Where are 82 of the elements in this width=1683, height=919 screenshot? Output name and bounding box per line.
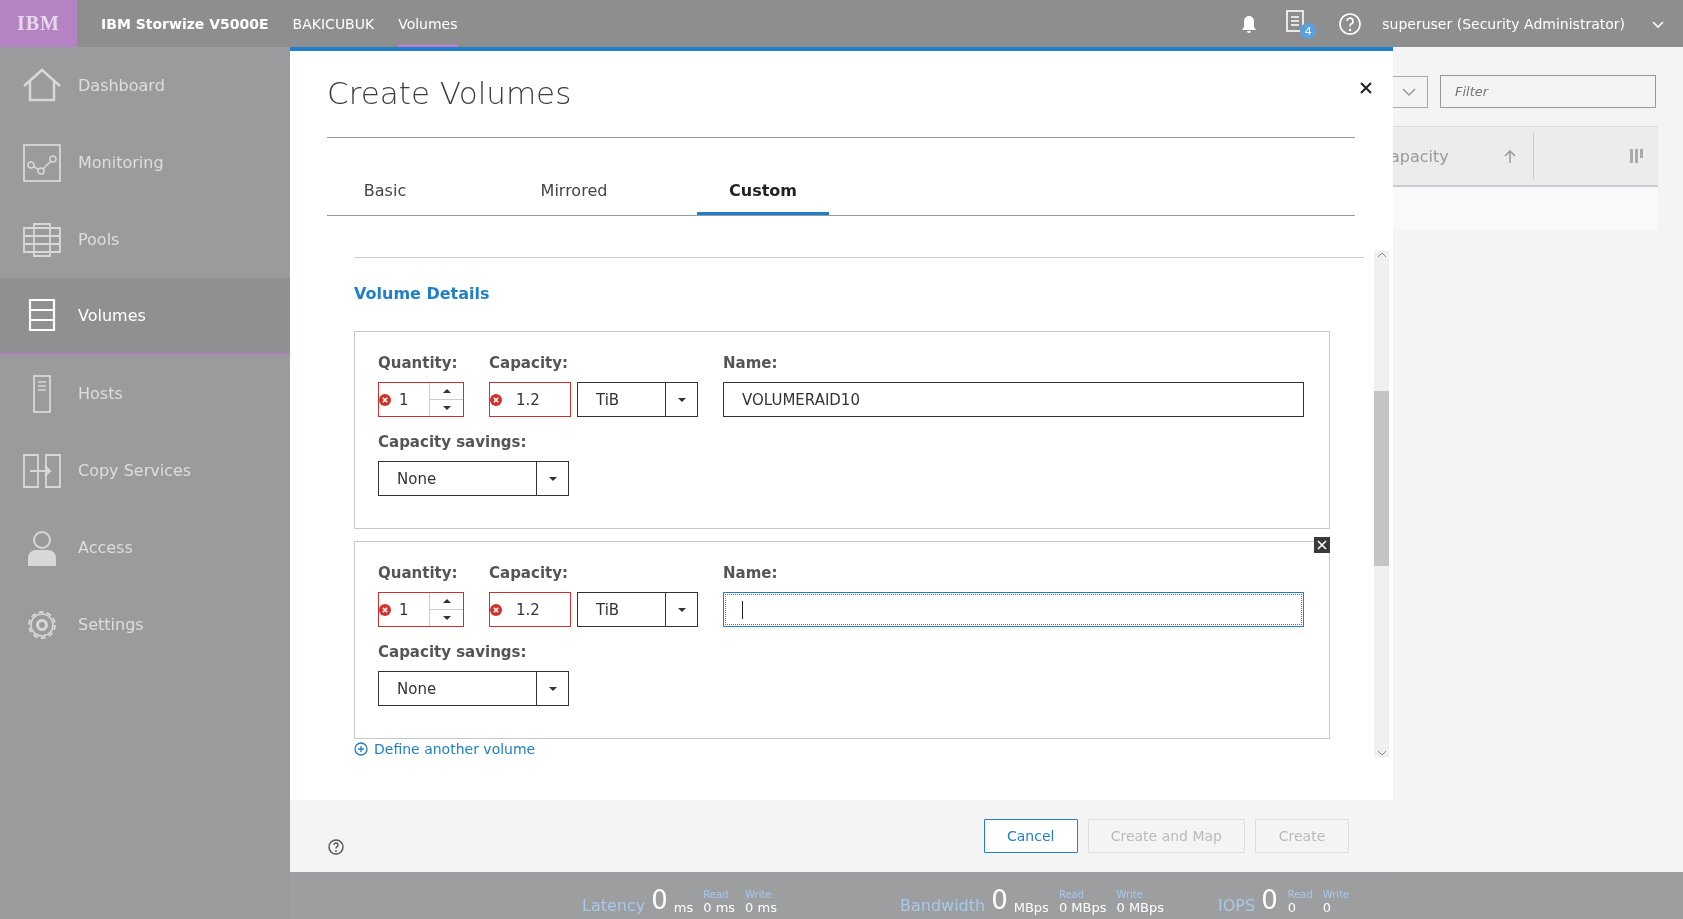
metric-unit: MBps [1013,900,1049,915]
notification-badge: 4 [1300,23,1317,39]
caret-icon [547,685,558,692]
capacity-field[interactable]: 1.2 [489,382,571,417]
user-menu[interactable]: superuser (Security Administrator) [1382,15,1625,32]
sidebar-item[interactable]: Settings [0,586,290,663]
field-label: Capacity: [489,354,569,372]
tab[interactable]: Mirrored [508,181,640,215]
ibm-logo[interactable]: IBM [0,0,77,47]
help-icon[interactable] [328,839,344,855]
metric-label: Read [1287,889,1313,900]
error-icon [379,603,391,616]
tasks-button[interactable]: 4 [1283,8,1317,39]
field-label: Name: [723,354,779,372]
column-header[interactable]: apacity [1390,146,1449,166]
chevron-down-icon [1376,749,1387,757]
section-title: Volume Details [354,284,491,303]
metric-value: 0 [651,885,668,915]
metric-value: 0 [1261,885,1278,915]
sidebar-item[interactable]: Dashboard [0,47,290,124]
chevron-up-icon [1376,251,1387,259]
plus-icon [354,742,368,756]
caret-icon [676,396,687,403]
field-label: Quantity: [378,564,459,582]
sidebar-item[interactable]: Pools [0,201,290,278]
metric-value: 0 MBps [1116,900,1165,915]
sidebar-item[interactable]: Volumes [0,278,290,355]
metric-label: Read [703,889,730,900]
metric-value: 0 [991,885,1008,915]
arrow-up-icon[interactable] [441,388,452,394]
metric-label: IOPS [1218,896,1256,915]
tab[interactable]: Basic [319,181,451,215]
unit-dropdown[interactable]: TiB [577,382,698,417]
error-icon [379,393,391,406]
metric-label: Latency [582,896,646,915]
metric-value: 0 [1322,900,1333,915]
remove-icon[interactable] [1314,537,1330,553]
field-label: Quantity: [378,354,459,372]
field-label: Name: [723,564,779,582]
error-icon [490,393,502,406]
dialog-button[interactable]: Cancel [983,819,1078,853]
name-field[interactable] [723,592,1304,627]
sidebar-item[interactable]: Hosts [0,355,290,432]
quantity-spinner[interactable]: 1 [378,592,464,627]
arrow-down-icon[interactable] [441,405,452,411]
scrollbar[interactable] [1374,251,1389,757]
field-label: Capacity savings: [378,433,528,451]
quantity-spinner[interactable]: 1 [378,382,464,417]
metric-label: Bandwidth [900,896,986,915]
capacity-field[interactable]: 1.2 [489,592,571,627]
metric-value: 0 ms [703,900,736,915]
sidebar-item[interactable]: Copy Services [0,432,290,509]
metric-label: Write [1116,889,1144,900]
filter-field[interactable]: Filter [1440,75,1656,108]
unit-dropdown[interactable]: TiB [577,592,698,627]
error-icon [490,603,502,616]
product-name: IBM Storwize V5000E [101,15,269,32]
arrow-down-icon[interactable] [441,615,452,621]
arrow-up-icon[interactable] [441,598,452,604]
field-label: Capacity savings: [378,643,528,661]
sidebar-item[interactable]: Access [0,509,290,586]
field-label: Capacity: [489,564,569,582]
metric-label: Write [745,889,773,900]
savings-dropdown[interactable]: None [378,671,569,706]
metric-unit: ms [673,900,694,915]
define-volume-link[interactable]: Define another volume [354,741,536,757]
metric-label: Write [1322,889,1350,900]
system-name: BAKICUBUK [292,15,375,32]
tab[interactable]: Custom [697,181,829,215]
chevron-down-icon [1400,85,1417,98]
sidebar-item[interactable]: Monitoring [0,124,290,201]
metric-label: Read [1058,889,1086,900]
dialog-title: Create Volumes [327,74,572,111]
caret-icon [547,475,558,482]
metric-value: 0 ms [745,900,777,915]
chevron-down-icon[interactable] [1651,18,1665,29]
metric-value: 0 MBps [1058,900,1107,915]
savings-dropdown[interactable]: None [378,461,569,496]
close-icon[interactable] [1359,81,1373,95]
name-field[interactable]: VOLUMERAID10 [723,382,1304,417]
caret-icon [676,606,687,613]
metric-value: 0 [1287,900,1297,915]
